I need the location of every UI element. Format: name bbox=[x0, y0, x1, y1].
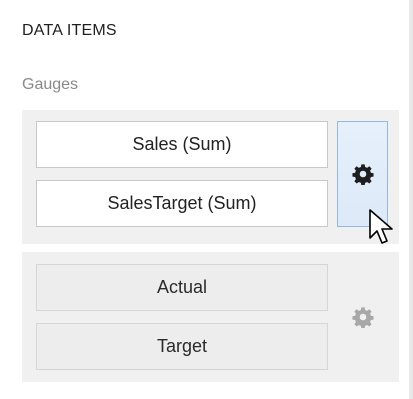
gauge-placeholder-group: Actual Target bbox=[22, 252, 399, 382]
gear-icon bbox=[351, 163, 374, 185]
data-item-salestarget-sum[interactable]: SalesTarget (Sum) bbox=[36, 180, 328, 227]
gauge-options-button-disabled bbox=[337, 264, 388, 370]
panel-edge bbox=[409, 0, 413, 399]
data-item-sales-sum[interactable]: Sales (Sum) bbox=[36, 121, 328, 168]
gauge-assigned-group: Sales (Sum) SalesTarget (Sum) bbox=[22, 110, 399, 244]
gauges-group-label: Gauges bbox=[22, 76, 79, 93]
section-title: DATA ITEMS bbox=[22, 22, 117, 39]
gear-icon-disabled bbox=[351, 306, 374, 328]
placeholder-target[interactable]: Target bbox=[36, 323, 328, 370]
mouse-pointer-icon bbox=[368, 208, 396, 248]
data-items-panel: DATA ITEMS Gauges Sales (Sum) SalesTarge… bbox=[0, 0, 413, 399]
placeholder-actual[interactable]: Actual bbox=[36, 264, 328, 311]
